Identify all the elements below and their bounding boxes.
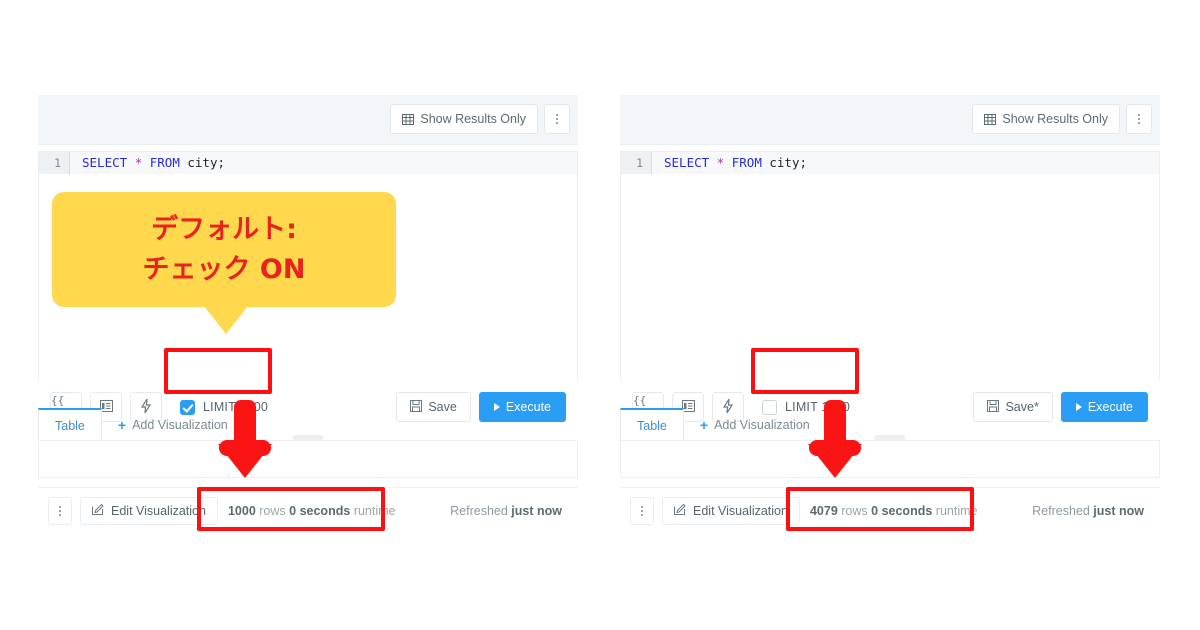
panel-footer: Edit Visualization 1000 rows 0 seconds r…: [38, 487, 578, 533]
results-table-area: [38, 440, 578, 478]
line-number: 1: [39, 152, 69, 174]
arrow-head: [808, 444, 862, 478]
sql-table: city;: [761, 155, 808, 170]
refreshed-prefix: Refreshed: [450, 503, 512, 518]
sql-star: *: [716, 155, 725, 170]
query-panel-left: Show Results Only 1 SELECT * FROM city; …: [38, 95, 578, 540]
footer-kebab-button[interactable]: [630, 496, 654, 525]
edit-visualization-label: Edit Visualization: [111, 503, 206, 518]
visualization-tabs: Table + Add Visualization: [38, 407, 578, 441]
results-table-area: [620, 440, 1160, 478]
screenshot-stage: Show Results Only 1 SELECT * FROM city; …: [0, 0, 1200, 630]
tab-table[interactable]: Table: [620, 408, 684, 441]
arrow-head: [218, 444, 272, 478]
sql-star: *: [134, 155, 143, 170]
rows-count: 1000: [227, 503, 256, 518]
runtime-value: 0 seconds: [871, 503, 933, 518]
callout-line-1: デフォルト:: [151, 214, 297, 246]
show-results-only-label: Show Results Only: [1002, 112, 1108, 126]
code-line-1: 1 SELECT * FROM city;: [621, 152, 1159, 174]
code-line-1: 1 SELECT * FROM city;: [39, 152, 577, 174]
pencil-square-icon: [674, 503, 686, 518]
runtime-word: runtime: [935, 503, 978, 518]
query-stats: 1000 rows 0 seconds runtime: [228, 504, 396, 518]
edit-visualization-button[interactable]: Edit Visualization: [662, 496, 800, 525]
grid-icon: [984, 113, 997, 125]
annotation-arrow-right: [808, 400, 862, 478]
runtime-value: 0 seconds: [289, 503, 351, 518]
refreshed-status: Refreshed just now: [1032, 504, 1144, 518]
annotation-callout-default-on: デフォルト: チェック ON: [52, 192, 396, 307]
runtime-word: runtime: [353, 503, 396, 518]
refreshed-value: just now: [511, 503, 562, 518]
tab-table-label: Table: [55, 418, 85, 433]
sql-code: SELECT * FROM city;: [651, 152, 807, 174]
topbar-kebab-button[interactable]: [1126, 104, 1152, 134]
query-panel-right: Show Results Only 1 SELECT * FROM city; …: [620, 95, 1160, 540]
pencil-square-icon: [92, 503, 104, 518]
sql-keyword-from: FROM: [731, 155, 762, 170]
tab-add-visualization[interactable]: + Add Visualization: [684, 408, 826, 441]
sql-editor[interactable]: 1 SELECT * FROM city;: [620, 151, 1160, 381]
edit-visualization-label: Edit Visualization: [693, 503, 788, 518]
refreshed-status: Refreshed just now: [450, 504, 562, 518]
sql-keyword-select: SELECT: [82, 155, 128, 170]
grid-icon: [402, 113, 415, 125]
show-results-only-button[interactable]: Show Results Only: [972, 104, 1120, 134]
query-stats: 4079 rows 0 seconds runtime: [810, 504, 978, 518]
annotation-callout-tail: [204, 306, 248, 334]
refreshed-prefix: Refreshed: [1032, 503, 1094, 518]
sql-code: SELECT * FROM city;: [69, 152, 225, 174]
panel-topbar: Show Results Only: [38, 95, 578, 145]
rows-count: 4079: [809, 503, 838, 518]
panel-topbar: Show Results Only: [620, 95, 1160, 145]
show-results-only-button[interactable]: Show Results Only: [390, 104, 538, 134]
kebab-menu-icon: [59, 505, 61, 516]
kebab-menu-icon: [556, 114, 558, 124]
panel-footer: Edit Visualization 4079 rows 0 seconds r…: [620, 487, 1160, 533]
add-visualization-label: Add Visualization: [714, 417, 810, 432]
kebab-menu-icon: [641, 505, 643, 516]
kebab-menu-icon: [1138, 114, 1140, 124]
edit-visualization-button[interactable]: Edit Visualization: [80, 496, 218, 525]
sql-table: city;: [179, 155, 226, 170]
tab-table-label: Table: [637, 418, 667, 433]
line-number: 1: [621, 152, 651, 174]
rows-word: rows: [841, 503, 868, 518]
callout-line-2: チェック ON: [142, 253, 306, 285]
footer-kebab-button[interactable]: [48, 496, 72, 525]
refreshed-value: just now: [1093, 503, 1144, 518]
plus-icon: +: [117, 416, 127, 433]
annotation-arrow-left: [218, 400, 272, 478]
sql-keyword-from: FROM: [149, 155, 180, 170]
plus-icon: +: [699, 416, 709, 433]
visualization-tabs: Table + Add Visualization: [620, 407, 1160, 441]
editor-empty-area[interactable]: [621, 174, 1159, 381]
rows-word: rows: [259, 503, 286, 518]
topbar-kebab-button[interactable]: [544, 104, 570, 134]
topbar-actions: Show Results Only: [972, 104, 1152, 134]
tab-table[interactable]: Table: [38, 408, 102, 441]
sql-keyword-select: SELECT: [664, 155, 710, 170]
show-results-only-label: Show Results Only: [420, 112, 526, 126]
add-visualization-label: Add Visualization: [132, 417, 228, 432]
topbar-actions: Show Results Only: [390, 104, 570, 134]
